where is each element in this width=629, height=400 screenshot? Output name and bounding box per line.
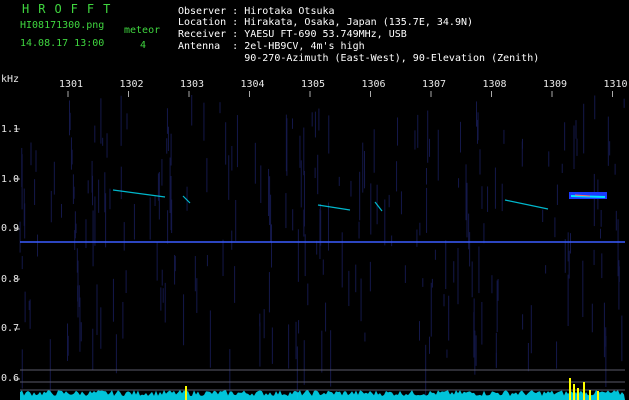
location-line: Location : Hirakata, Osaka, Japan (135.7…	[178, 17, 474, 28]
file-timestamp: 14.08.17 13:00	[20, 38, 105, 49]
y-tick-label: 0.9	[1, 223, 20, 234]
y-tick-label: 0.8	[1, 274, 20, 285]
amplitude-trace	[20, 390, 625, 400]
meteor-trace	[317, 204, 351, 211]
antenna-line-2: 90-270-Azimuth (East-West), 90-Elevation…	[178, 53, 540, 64]
y-tick-label: 1.1	[1, 124, 20, 135]
x-tick-label: 1303	[180, 79, 205, 90]
meteor-trace	[504, 199, 549, 210]
x-tick-label: 1301	[59, 79, 84, 90]
x-tick-label: 1306	[361, 79, 386, 90]
y-axis-unit: kHz	[1, 74, 20, 85]
file-name: HI08171300.png	[20, 20, 105, 31]
receiver-line: Receiver : YAESU FT-690 53.749MHz, USB	[178, 29, 407, 40]
x-tick-label: 1305	[301, 79, 326, 90]
meteor-trace	[182, 195, 191, 204]
x-tick-label: 1308	[482, 79, 507, 90]
x-tick-label: 1304	[240, 79, 265, 90]
counter-label: meteor	[124, 25, 161, 36]
meteor-trace	[374, 201, 383, 212]
x-tick-label: 1307	[422, 79, 447, 90]
y-tick-label: 0.7	[1, 323, 20, 334]
x-tick-label: 1302	[119, 79, 144, 90]
x-tick-label: 1310	[603, 79, 628, 90]
y-tick-label: 1.0	[1, 174, 20, 185]
counter-value: 4	[140, 40, 147, 51]
y-tick-label: 0.6	[1, 373, 20, 384]
x-tick-label: 1309	[543, 79, 568, 90]
antenna-line: Antenna : 2el-HB9CV, 4m's high	[178, 41, 365, 52]
app-title: HROFFT	[22, 2, 120, 16]
